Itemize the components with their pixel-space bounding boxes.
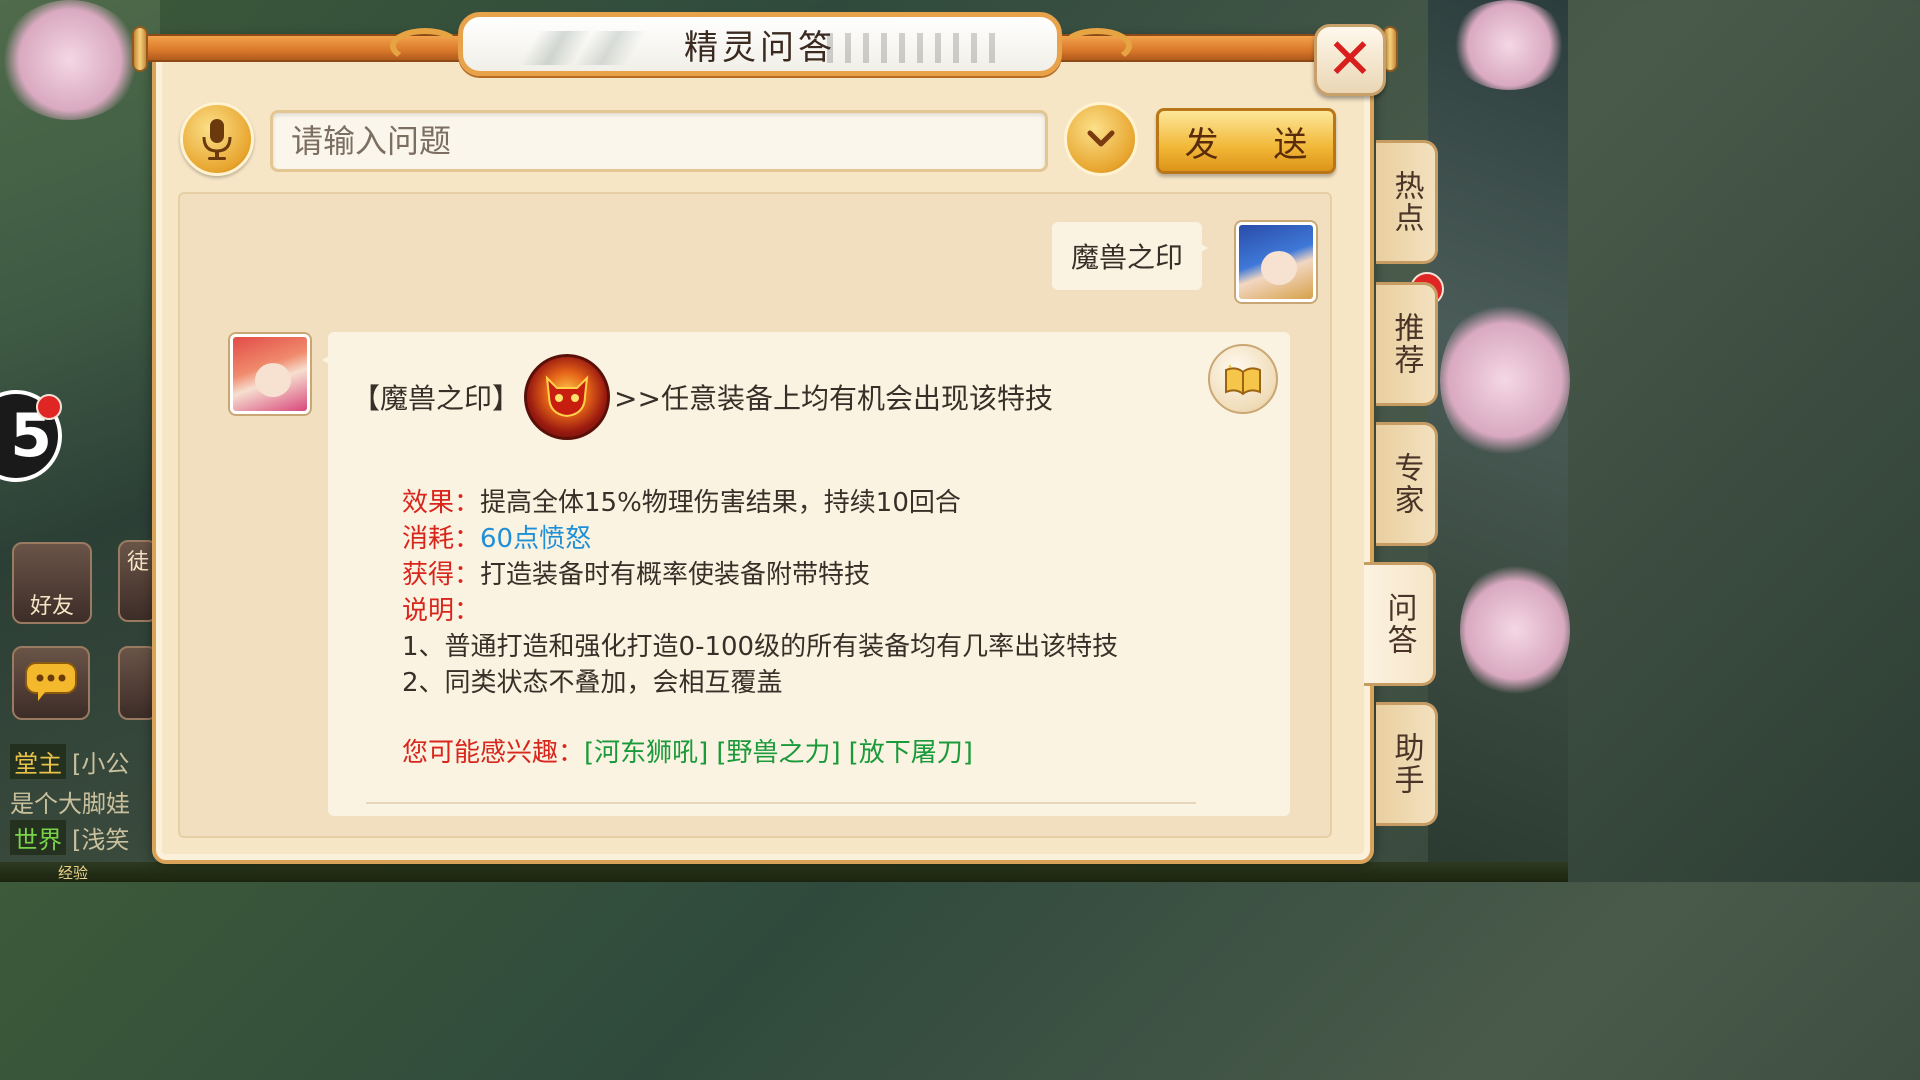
close-icon: ✕ <box>1326 27 1374 92</box>
user-message-bubble: 魔兽之印 <box>1052 222 1208 290</box>
voice-input-button[interactable] <box>180 102 254 176</box>
answer-bubble: 【魔兽之印】 >>任意装备上均有机会出现该特技 效果：提高全体15%物理伤害结果… <box>322 332 1290 816</box>
chat-line: 世界 [浅笑 <box>10 820 129 855</box>
open-book-icon <box>1225 364 1261 396</box>
history-dropdown-button[interactable] <box>1064 102 1138 176</box>
tab-label: 热点 <box>1388 170 1424 234</box>
apprentice-label: 徒 <box>126 550 149 575</box>
tab-label: 问答 <box>1381 592 1417 656</box>
effect-label: 效果： <box>402 488 481 518</box>
rod-cap-left <box>132 26 148 72</box>
chat-bubble-icon <box>25 662 77 701</box>
swirl-ornament-right <box>1062 28 1132 64</box>
chat-line: 是个大脚娃 <box>10 784 130 819</box>
tab-recommend[interactable]: 推荐 <box>1376 282 1438 406</box>
skill-header: 【魔兽之印】 >>任意装备上均有机会出现该特技 <box>352 352 1053 442</box>
cost-value: 60点愤怒 <box>480 524 592 554</box>
detail-book-button[interactable] <box>1208 344 1278 414</box>
notification-dot <box>36 394 62 420</box>
chat-text: [浅笑 <box>72 826 130 854</box>
divider <box>366 802 1196 804</box>
dialog-title-plate: 精灵问答 <box>458 12 1062 76</box>
chevron-down-icon <box>1087 130 1115 147</box>
cost-label: 消耗： <box>402 524 481 554</box>
skill-name: 【魔兽之印】 <box>352 382 521 415</box>
close-button[interactable]: ✕ <box>1314 24 1386 96</box>
note-item: 1、普通打造和强化打造0-100级的所有装备均有几率出该特技 <box>402 632 1119 662</box>
question-input[interactable] <box>270 110 1048 172</box>
related-label: 您可能感兴趣： <box>402 738 585 768</box>
exp-label: 经验 <box>58 864 89 882</box>
effect-line: 效果：提高全体15%物理伤害结果，持续10回合 <box>402 482 961 519</box>
obtain-label: 获得： <box>402 560 481 590</box>
friends-label: 好友 <box>29 594 74 619</box>
tab-qa[interactable]: 问答 <box>1364 562 1436 686</box>
blossom-decoration <box>0 0 140 120</box>
chat-channel: 堂主 <box>10 744 66 779</box>
chat-channel: 世界 <box>10 820 66 855</box>
exp-bar: 经验 <box>0 862 1568 882</box>
skill-summary: >>任意装备上均有机会出现该特技 <box>614 382 1053 415</box>
obtain-line: 获得：打造装备时有概率使装备附带特技 <box>402 554 870 591</box>
chat-text: [小公 <box>72 750 130 778</box>
calligraphy-decoration <box>827 33 1007 63</box>
cost-line: 消耗：60点愤怒 <box>402 518 591 555</box>
blossom-decoration <box>1450 0 1568 90</box>
user-avatar <box>1236 222 1316 302</box>
tab-label: 助手 <box>1388 732 1424 796</box>
microphone-icon <box>202 119 232 160</box>
friends-button[interactable]: 好友 <box>12 542 92 624</box>
dialog-title: 精灵问答 <box>684 27 836 68</box>
related-link-lay-down-blade[interactable]: [放下屠刀] <box>849 738 973 768</box>
chat-text: 是个大脚娃 <box>10 790 130 818</box>
note-line: 说明： <box>402 590 480 627</box>
tab-hot[interactable]: 热点 <box>1376 140 1438 264</box>
spirit-avatar <box>230 334 310 414</box>
blossom-decoration <box>1440 300 1570 460</box>
related-topics-line: 您可能感兴趣：[河东狮吼] [野兽之力] [放下屠刀] <box>402 732 973 769</box>
effect-value: 提高全体15%物理伤害结果，持续10回合 <box>480 488 961 518</box>
tab-label: 专家 <box>1388 452 1424 516</box>
note-label: 说明： <box>402 596 481 626</box>
tab-expert[interactable]: 专家 <box>1376 422 1438 546</box>
obtain-value: 打造装备时有概率使装备附带特技 <box>480 560 871 590</box>
ink-mountain-decoration <box>503 31 663 65</box>
chat-line: 堂主 [小公 <box>10 744 129 779</box>
blossom-decoration <box>1460 560 1570 700</box>
skill-icon[interactable] <box>524 354 611 440</box>
send-button[interactable]: 发 送 <box>1156 108 1336 174</box>
tab-assistant[interactable]: 助手 <box>1376 702 1438 826</box>
beast-mask-icon <box>545 375 589 418</box>
tab-label: 推荐 <box>1388 312 1424 376</box>
chat-button[interactable] <box>12 646 90 720</box>
related-link-hedong[interactable]: [河东狮吼] <box>584 738 708 768</box>
related-link-beast-power[interactable]: [野兽之力] <box>716 738 840 768</box>
note-item: 2、同类状态不叠加，会相互覆盖 <box>402 668 783 698</box>
swirl-ornament-left <box>390 28 460 64</box>
